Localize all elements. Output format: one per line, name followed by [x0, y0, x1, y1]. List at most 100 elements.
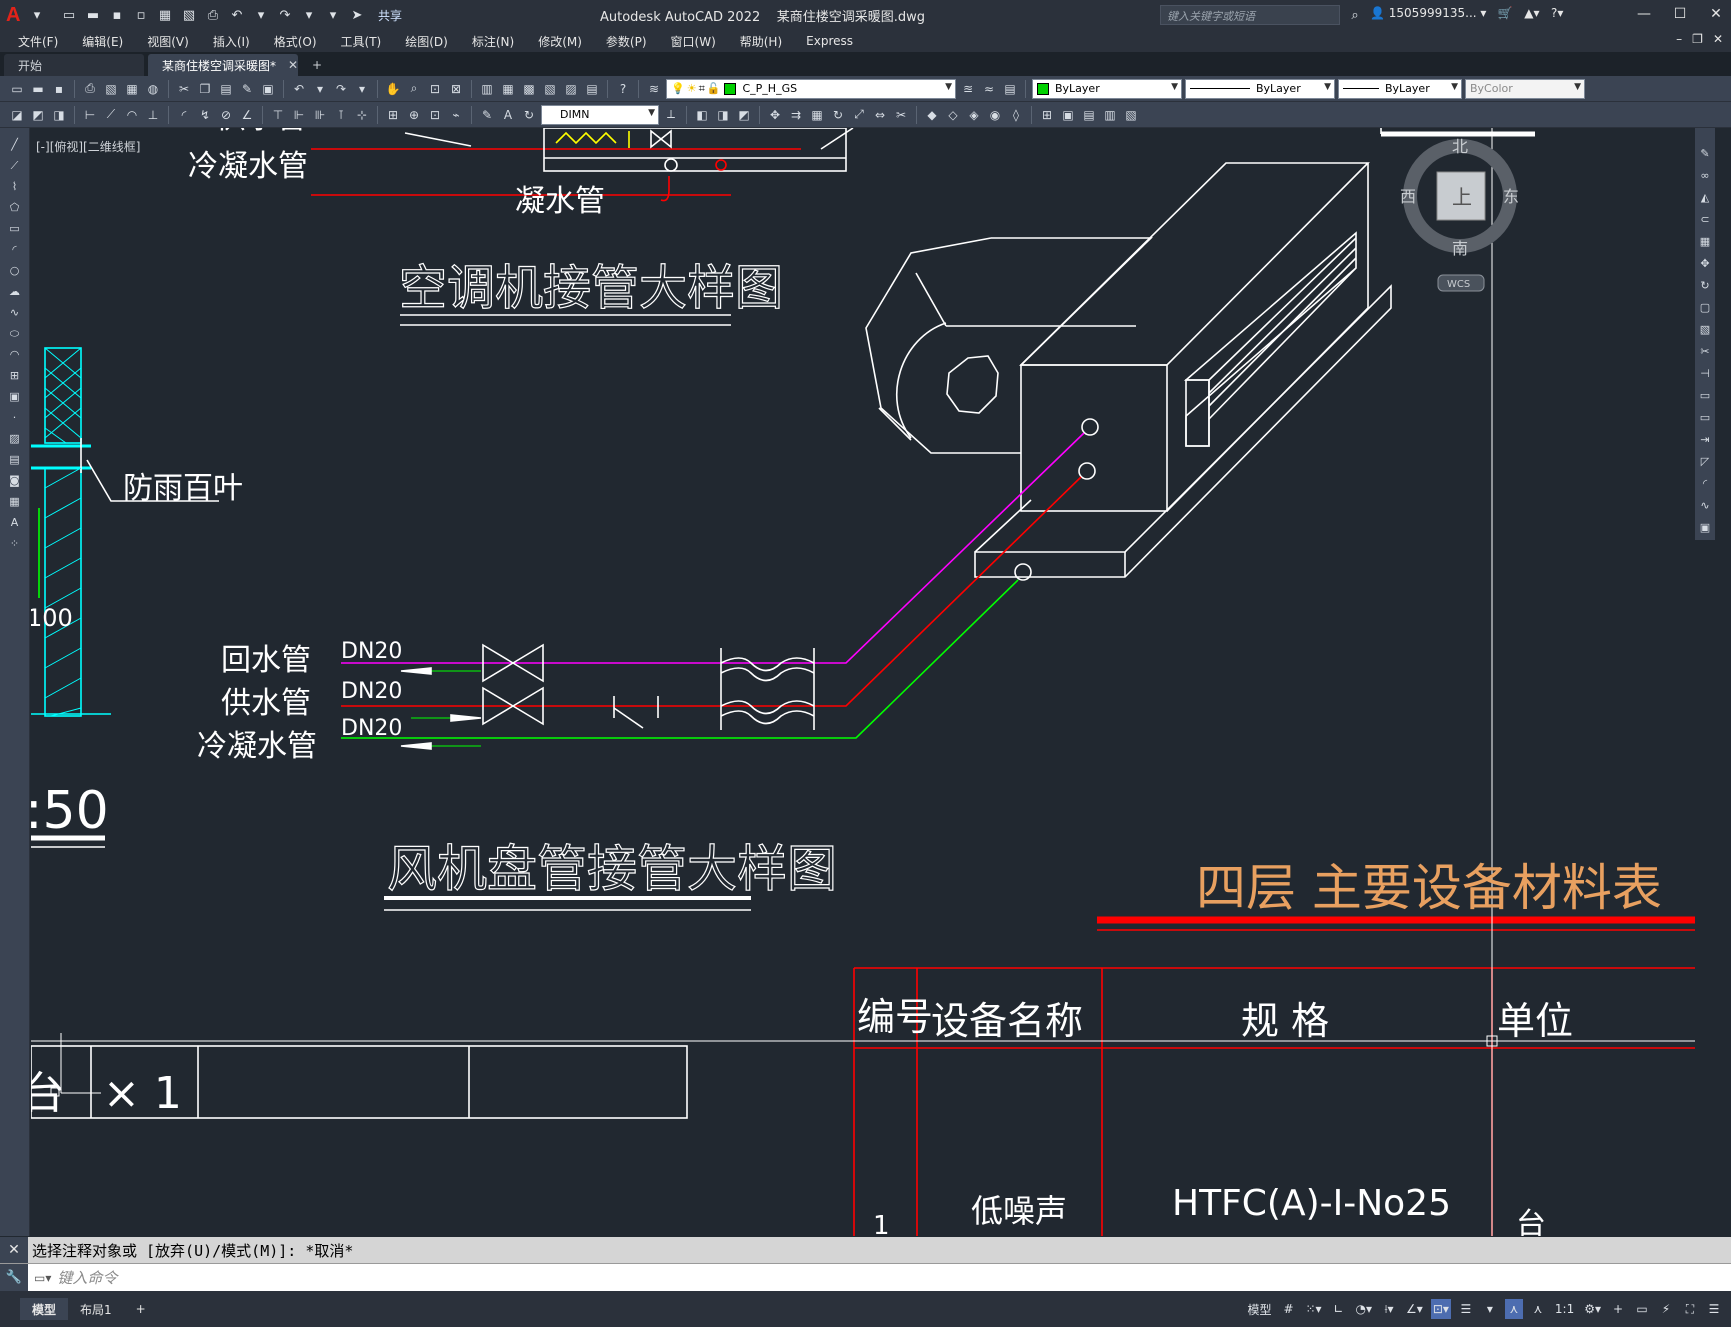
spline-icon[interactable]: ∿: [6, 304, 24, 321]
dim-baseline-icon[interactable]: ⊩: [290, 106, 308, 124]
command-input[interactable]: [57, 1268, 1658, 1287]
solid-icon[interactable]: ◆: [923, 106, 941, 124]
save-as-icon[interactable]: ▫: [132, 6, 150, 24]
image-icon[interactable]: ▥: [1101, 106, 1119, 124]
array-icon[interactable]: ▦: [1697, 232, 1713, 250]
doc-minimize-icon[interactable]: –: [1676, 32, 1682, 46]
surface-icon[interactable]: ◇: [944, 106, 962, 124]
viewport-controls[interactable]: [-][俯视][二维线框]: [36, 138, 140, 155]
redo-dropdown-icon[interactable]: ▾: [353, 80, 371, 98]
scale-list-icon[interactable]: ◩: [29, 106, 47, 124]
dim-linear-icon[interactable]: ⊢: [81, 106, 99, 124]
drawing-svg[interactable]: 供水管 冷凝水管 凝水管 空调机接管大样图 防雨百叶 100 回水管 DN20 …: [31, 128, 1695, 1236]
match-properties-icon[interactable]: ✎: [238, 80, 256, 98]
close-icon[interactable]: ✕: [1707, 4, 1725, 24]
menu-parametric[interactable]: 参数(P): [594, 33, 659, 50]
lineweight-dropdown[interactable]: ByLayer ▼: [1338, 78, 1462, 99]
explode-icon[interactable]: ▣: [1697, 518, 1713, 536]
mtext-icon[interactable]: A: [6, 514, 24, 531]
jogged-linear-icon[interactable]: ⌁: [447, 106, 465, 124]
markup-icon[interactable]: ▨: [562, 80, 580, 98]
layer-state-icon[interactable]: ▤: [1001, 80, 1019, 98]
dimstyle-dropdown[interactable]: DIMN ▼: [541, 104, 659, 125]
mirror-icon[interactable]: ◭: [1697, 188, 1713, 206]
annotation-visibility-icon[interactable]: ⋏: [1504, 1299, 1523, 1319]
autocad-logo-icon[interactable]: A: [6, 4, 28, 26]
join-icon[interactable]: ⇥: [1697, 430, 1713, 448]
dim-aligned-icon[interactable]: ⟋: [102, 106, 120, 124]
insert-block-icon[interactable]: ⊞: [6, 367, 24, 384]
ellipse-icon[interactable]: ⬭: [6, 325, 24, 342]
mesh-icon[interactable]: ◈: [965, 106, 983, 124]
tool-palettes-icon[interactable]: ▩: [520, 80, 538, 98]
new-tab-button[interactable]: +: [302, 54, 332, 76]
zoom-realtime-icon[interactable]: ⌕: [405, 80, 423, 98]
break-at-point-icon[interactable]: ▭: [1697, 386, 1713, 404]
annotation-scale[interactable]: 1:1: [1553, 1299, 1576, 1319]
pan-icon[interactable]: ✋: [384, 80, 402, 98]
isolate-objects-icon[interactable]: ▭: [1633, 1299, 1651, 1319]
erase-icon[interactable]: ✎: [1697, 144, 1713, 162]
layer-previous-icon[interactable]: ≈: [980, 80, 998, 98]
plot-icon[interactable]: ⎙: [81, 80, 99, 98]
gradient-icon[interactable]: ▤: [6, 451, 24, 468]
annotate-icon[interactable]: ◪: [8, 106, 26, 124]
menu-draw[interactable]: 绘图(D): [393, 33, 460, 50]
array-icon[interactable]: ▦: [808, 106, 826, 124]
linetype-dropdown[interactable]: ByLayer ▼: [1185, 78, 1335, 99]
inspection-icon[interactable]: ⊡: [426, 106, 444, 124]
help-icon[interactable]: ?: [614, 80, 632, 98]
redo-icon[interactable]: ↷: [276, 6, 294, 24]
menu-window[interactable]: 窗口(W): [659, 33, 728, 50]
command-close-icon[interactable]: ✕: [0, 1237, 28, 1263]
dim-text-edit-icon[interactable]: A: [499, 106, 517, 124]
mirror-icon[interactable]: ◩: [735, 106, 753, 124]
add-selected-icon[interactable]: ⁘: [6, 535, 24, 552]
doc-close-icon[interactable]: ✕: [1713, 32, 1723, 46]
xref-icon[interactable]: ▤: [1080, 106, 1098, 124]
flatten-icon[interactable]: ◊: [1007, 106, 1025, 124]
dimstyle-manager-icon[interactable]: ⟂: [662, 106, 680, 124]
offset-icon[interactable]: ⇉: [787, 106, 805, 124]
dim-angular-icon[interactable]: ∠: [238, 106, 256, 124]
object-snap-icon[interactable]: ⊡▾: [1430, 1299, 1451, 1319]
cart-icon[interactable]: 🛒: [1498, 6, 1513, 20]
new-layout-button[interactable]: +: [124, 1298, 158, 1320]
grid-icon[interactable]: #: [1279, 1299, 1297, 1319]
menu-insert[interactable]: 插入(I): [201, 33, 262, 50]
undo-icon[interactable]: ↶: [290, 80, 308, 98]
dim-edit-icon[interactable]: ✎: [478, 106, 496, 124]
rotate-icon[interactable]: ↻: [829, 106, 847, 124]
section-icon[interactable]: ◉: [986, 106, 1004, 124]
construction-line-icon[interactable]: ⟋: [6, 157, 24, 174]
maximize-icon[interactable]: ☐: [1671, 4, 1689, 24]
undo-icon[interactable]: ↶: [228, 6, 246, 24]
blend-icon[interactable]: ∿: [1697, 496, 1713, 514]
ortho-icon[interactable]: ∟: [1330, 1299, 1348, 1319]
lineweight-icon[interactable]: ☰: [1457, 1299, 1475, 1319]
tab-close-icon[interactable]: ✕: [288, 58, 298, 72]
print-icon[interactable]: ⎙: [204, 6, 222, 24]
transparency-icon[interactable]: ▾: [1481, 1299, 1499, 1319]
ellipse-arc-icon[interactable]: ◠: [6, 346, 24, 363]
erase-icon[interactable]: ◧: [693, 106, 711, 124]
sheet-set-icon[interactable]: ▧: [541, 80, 559, 98]
new-file-icon[interactable]: ▭: [60, 6, 78, 24]
viewcube-west[interactable]: 西: [1400, 187, 1416, 206]
3dprint-icon[interactable]: ◍: [144, 80, 162, 98]
rotate-icon[interactable]: ↻: [1697, 276, 1713, 294]
chamfer-icon[interactable]: ◸: [1697, 452, 1713, 470]
user-account[interactable]: 👤 1505999135... ▾ 🛒 ▲▾ ?▾: [1370, 6, 1563, 20]
doc-restore-icon[interactable]: ❐: [1692, 32, 1703, 46]
dim-ordinate-icon[interactable]: ⊥: [144, 106, 162, 124]
block-editor-icon[interactable]: ▣: [259, 80, 277, 98]
line-icon[interactable]: ╱: [6, 136, 24, 153]
clean-screen-icon[interactable]: ⛶: [1681, 1299, 1699, 1319]
open-icon[interactable]: ▬: [29, 80, 47, 98]
dim-arc-icon[interactable]: ◠: [123, 106, 141, 124]
isodraft-icon[interactable]: ⟊▾: [1380, 1299, 1398, 1319]
app-menu-arrow-icon[interactable]: ▾: [28, 6, 46, 24]
zoom-previous-icon[interactable]: ⊠: [447, 80, 465, 98]
plotstyle-dropdown[interactable]: ByColor ▼: [1465, 78, 1585, 99]
snap-icon[interactable]: ⁙▾: [1303, 1299, 1323, 1319]
